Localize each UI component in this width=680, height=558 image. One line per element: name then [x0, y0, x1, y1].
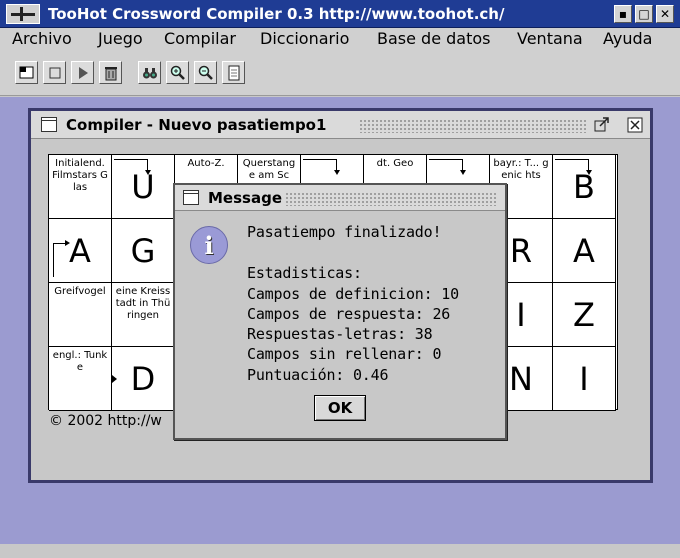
dialog-heading: Pasatiempo finalizado! — [247, 223, 442, 241]
letter-cell[interactable]: A — [553, 219, 616, 283]
copyright-text: © 2002 http://w — [49, 413, 162, 429]
menu-diccionario[interactable]: Diccionario — [260, 28, 349, 50]
arrow-icon — [114, 159, 151, 175]
zoom-out-icon — [198, 65, 213, 80]
letter-cell[interactable]: A — [49, 219, 112, 283]
letter-text: A — [69, 232, 91, 270]
definition-cell[interactable]: engl.: Tunke — [49, 347, 112, 411]
delete-button[interactable] — [99, 61, 122, 84]
letter-text: I — [516, 296, 526, 334]
letter-text: U — [131, 168, 155, 206]
letter-cell[interactable]: I — [553, 347, 616, 411]
zoom-in-button[interactable] — [166, 61, 189, 84]
definition-cell[interactable]: Greifvogel — [49, 283, 112, 347]
new-button[interactable] — [15, 61, 38, 84]
arrow-icon — [429, 159, 466, 175]
menu-archivo[interactable]: Archivo — [12, 28, 72, 50]
maximize-frame-icon[interactable] — [594, 117, 610, 133]
menu-juego[interactable]: Juego — [98, 28, 143, 50]
arrow-icon — [555, 159, 592, 175]
letter-text: R — [509, 232, 533, 270]
frame-title-bar[interactable]: Compiler - Nuevo pasatiempo1 — [31, 111, 650, 139]
stat-definition-fields: Campos de definicion: 10 — [247, 285, 459, 303]
search-button[interactable] — [138, 61, 161, 84]
definition-text: engl.: Tunke — [52, 350, 108, 373]
info-icon: i — [190, 226, 228, 264]
stat-answer-fields: Campos de respuesta: 26 — [247, 305, 451, 323]
new-icon — [19, 66, 34, 79]
dialog-title: Message — [208, 189, 282, 207]
letter-text: N — [509, 360, 533, 398]
close-frame-icon[interactable] — [627, 117, 643, 133]
letter-cell[interactable]: U — [112, 155, 175, 219]
definition-text: eine Kreisstadt in Thüringen — [115, 286, 171, 321]
definition-text: Auto-Z. — [187, 158, 225, 169]
dialog-title-bar[interactable]: Message — [175, 185, 505, 211]
play-icon — [79, 67, 88, 79]
stat-letter-answers: Respuestas-letras: 38 — [247, 325, 433, 343]
binoculars-icon — [143, 68, 157, 79]
menu-ayuda[interactable]: Ayuda — [603, 28, 652, 50]
definition-cell[interactable]: eine Kreisstadt in Thüringen — [112, 283, 175, 347]
frame-menu-icon[interactable] — [41, 117, 57, 132]
window-title: TooHot Crossword Compiler 0.3 http://www… — [48, 5, 505, 23]
stat-score: Puntuación: 0.46 — [247, 366, 389, 384]
close-button[interactable]: ✕ — [656, 5, 674, 23]
document-button[interactable] — [222, 61, 245, 84]
zoom-in-icon — [170, 65, 185, 80]
maximize-button[interactable]: □ — [635, 5, 653, 23]
stats-label: Estadisticas: — [247, 264, 362, 282]
definition-text: Querstange am Sc — [242, 158, 296, 181]
definition-text: bayr.: T... genic hts — [493, 158, 549, 181]
arrow-icon — [112, 375, 117, 383]
ok-button[interactable]: OK — [314, 395, 366, 421]
menu-base-de-datos[interactable]: Base de datos — [377, 28, 491, 50]
trash-icon — [105, 67, 117, 81]
letter-cell[interactable]: D — [112, 347, 175, 411]
definition-text: Greifvogel — [54, 286, 106, 297]
dialog-menu-icon[interactable] — [183, 190, 199, 205]
document-icon — [228, 65, 240, 81]
letter-text: Z — [573, 296, 595, 334]
definition-text: Initialend. Filmstars Glas — [52, 158, 108, 193]
status-bar — [0, 544, 680, 558]
play-button[interactable] — [71, 61, 94, 84]
letter-text: D — [130, 360, 156, 398]
definition-cell[interactable]: Initialend. Filmstars Glas — [49, 155, 112, 219]
dialog-grip — [285, 192, 497, 206]
letter-cell[interactable]: B — [553, 155, 616, 219]
letter-text: I — [579, 360, 589, 398]
menu-ventana[interactable]: Ventana — [517, 28, 583, 50]
letter-cell[interactable]: G — [112, 219, 175, 283]
arrow-icon — [53, 240, 70, 277]
arrow-icon — [303, 159, 340, 175]
stop-icon — [49, 67, 61, 79]
letter-text: A — [573, 232, 595, 270]
zoom-out-button[interactable] — [194, 61, 217, 84]
message-dialog: Message i Pasatiempo finalizado! Estadis… — [173, 183, 507, 440]
title-bar: TooHot Crossword Compiler 0.3 http://www… — [0, 0, 680, 28]
minimize-button[interactable]: ▪ — [614, 5, 632, 23]
title-grip — [359, 119, 587, 133]
menu-bar: Archivo Juego Compilar Diccionario Base … — [0, 28, 680, 50]
stat-empty-fields: Campos sin rellenar: 0 — [247, 345, 442, 363]
letter-text: G — [130, 232, 156, 270]
frame-title: Compiler - Nuevo pasatiempo1 — [66, 116, 327, 134]
app-icon[interactable] — [6, 4, 40, 24]
menu-compilar[interactable]: Compilar — [164, 28, 236, 50]
definition-text: dt. Geo — [376, 158, 414, 169]
toolbar — [0, 50, 680, 96]
letter-cell[interactable]: Z — [553, 283, 616, 347]
stop-button[interactable] — [43, 61, 66, 84]
